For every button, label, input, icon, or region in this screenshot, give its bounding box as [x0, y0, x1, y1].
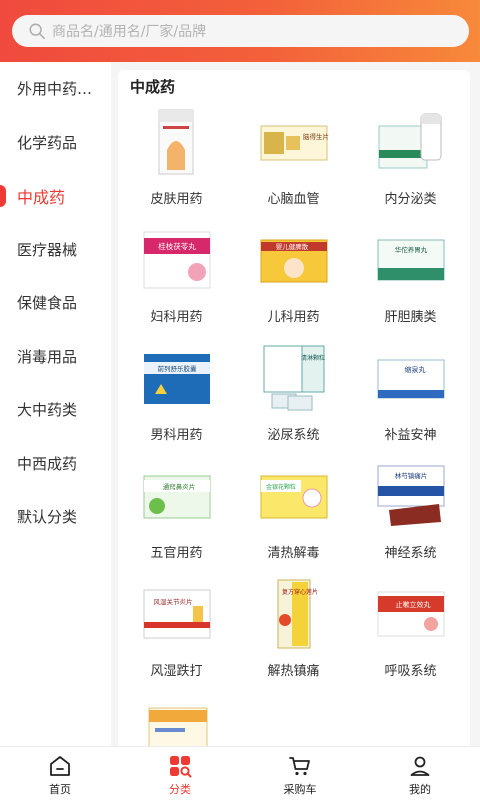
tab-label: 分类: [169, 783, 191, 796]
sidebar-item-health-food[interactable]: 保健食品: [0, 276, 111, 330]
subcategory-label: 五官用药: [150, 546, 203, 561]
subcategory-endocrine[interactable]: 内分泌类: [352, 104, 469, 222]
tab-label: 首页: [49, 783, 71, 796]
product-box-image: [158, 109, 194, 175]
thumb-text: 脑得生片: [303, 132, 329, 141]
product-box-image: 前列舒乐胶囊: [144, 354, 210, 404]
sidebar-item-label: 化学药品: [17, 133, 78, 152]
bottom-tab-bar: 首页 分类 采购车 我的: [0, 746, 480, 800]
thumb-text: 缩泉丸: [405, 365, 426, 374]
subcategory-label: 风湿跌打: [150, 664, 203, 679]
sidebar-item-chinese-patent[interactable]: 中成药: [0, 169, 111, 223]
subcategory-ent[interactable]: 通窍鼻炎片 五官用药: [118, 458, 235, 576]
sidebar-item-label: 保健食品: [17, 294, 78, 313]
sidebar-item-label: 医疗器械: [17, 240, 78, 259]
subcategory-label: 解热镇痛: [267, 664, 320, 679]
thumb-text: 止嗽立效丸: [396, 600, 431, 609]
sidebar-item-label: 中成药: [17, 187, 66, 207]
thumb-text: 华佗养胃丸: [395, 245, 428, 254]
subcategory-label: 妇科用药: [150, 310, 203, 325]
sidebar-item-default[interactable]: 默认分类: [0, 490, 111, 544]
header-bar: 商品名/通用名/厂家/品牌: [0, 0, 480, 62]
thumb-text: 林芍镇痛片: [395, 471, 428, 480]
subcategory-detox[interactable]: 金银花颗粒 清热解毒: [235, 458, 352, 576]
category-icon: [170, 756, 192, 778]
product-box-image: 桂枝茯苓丸: [143, 231, 211, 289]
thumb-text: 复方穿心莲片: [282, 588, 318, 596]
subcategory-tonic[interactable]: 缩泉丸 补益安神: [352, 340, 469, 458]
cart-icon: [289, 757, 310, 776]
subcategory-label: 内分泌类: [384, 192, 437, 207]
thumb-text: 金银花颗粒: [266, 483, 296, 491]
product-box-image: 金银花颗粒: [260, 475, 328, 519]
thumb-text: 通窍鼻炎片: [163, 482, 196, 491]
subcategory-rheumatism[interactable]: 风湿关节炎片 风湿跌打: [118, 576, 235, 694]
product-box-image: 通窍鼻炎片: [143, 475, 211, 519]
subcategory-panel: 中成药 皮肤用药 脑得生片 心脑血管 内分泌类 桂枝茯苓丸 妇科用药 婴儿健脾散…: [118, 70, 470, 760]
thumb-text: 桂枝茯苓丸: [158, 241, 196, 251]
subcategory-label: 呼吸系统: [384, 664, 437, 679]
sidebar-item-label: 中西成药: [17, 454, 78, 473]
sidebar-item-external-powder[interactable]: 外用中药粉剂: [0, 62, 111, 116]
subcategory-cardio[interactable]: 脑得生片 心脑血管: [235, 104, 352, 222]
thumb-text: 婴儿健脾散: [276, 242, 309, 251]
subcategory-label: 皮肤用药: [150, 192, 203, 207]
subcategory-andrology[interactable]: 前列舒乐胶囊 男科用药: [118, 340, 235, 458]
tab-label: 我的: [409, 783, 431, 796]
subcategory-label: 泌尿系统: [267, 428, 320, 443]
subcategory-antipyretic[interactable]: 复方穿心莲片 解热镇痛: [235, 576, 352, 694]
subcategory-skin[interactable]: 皮肤用药: [118, 104, 235, 222]
home-icon: [50, 756, 70, 776]
sidebar-item-label: 外用中药粉剂: [17, 80, 105, 99]
product-box-image: 婴儿健脾散: [260, 239, 328, 283]
thumb-text: 风湿关节炎片: [154, 597, 193, 606]
product-box-image: 脑得生片: [260, 125, 329, 161]
subcategory-gynecology[interactable]: 桂枝茯苓丸 妇科用药: [118, 222, 235, 340]
subcategory-label: 肝胆胰类: [384, 310, 437, 325]
sidebar-item-devices[interactable]: 医疗器械: [0, 223, 111, 277]
subcategory-label: 清热解毒: [267, 546, 320, 561]
product-box-image: [378, 113, 442, 169]
tab-home[interactable]: 首页: [0, 747, 120, 800]
product-box-image: 缩泉丸: [377, 359, 445, 399]
search-placeholder: 商品名/通用名/厂家/品牌: [52, 24, 207, 40]
sidebar-item-herbs[interactable]: 大中药类: [0, 383, 111, 437]
sidebar-item-disinfection[interactable]: 消毒用品: [0, 330, 111, 384]
category-sidebar: 外用中药粉剂 化学药品 中成药 医疗器械 保健食品 消毒用品 大中药类 中西成药…: [0, 62, 111, 750]
tab-label: 采购车: [283, 783, 317, 796]
search-input[interactable]: 商品名/通用名/厂家/品牌: [12, 15, 469, 47]
panel-title: 中成药: [130, 78, 176, 96]
search-icon: [29, 23, 45, 39]
subcategory-pediatrics[interactable]: 婴儿健脾散 儿科用药: [235, 222, 352, 340]
profile-icon: [410, 756, 430, 776]
tab-category[interactable]: 分类: [120, 747, 240, 800]
sidebar-item-label: 默认分类: [17, 508, 78, 527]
thumb-text: 前列舒乐胶囊: [158, 364, 198, 373]
subcategory-label: 心脑血管: [267, 192, 320, 207]
sidebar-item-label: 大中药类: [17, 401, 78, 420]
product-box-image: 华佗养胃丸: [377, 239, 445, 281]
thumb-text: 清淋颗粒: [301, 354, 325, 362]
subcategory-label: 神经系统: [384, 546, 437, 561]
subcategory-respiratory[interactable]: 止嗽立效丸 呼吸系统: [352, 576, 469, 694]
sidebar-item-chemical[interactable]: 化学药品: [0, 116, 111, 170]
subcategory-nervous[interactable]: 林芍镇痛片 神经系统: [352, 458, 469, 576]
subcategory-label: 男科用药: [150, 428, 203, 443]
product-box-image: 风湿关节炎片: [143, 589, 211, 639]
product-box-image: 止嗽立效丸: [377, 591, 445, 637]
subcategory-label: 补益安神: [384, 428, 437, 443]
product-box-image: 林芍镇痛片: [377, 465, 445, 526]
product-box-image: 复方穿心莲片: [277, 579, 318, 649]
product-box-image: 清淋颗粒: [263, 345, 325, 411]
tab-cart[interactable]: 采购车: [240, 747, 360, 800]
tab-profile[interactable]: 我的: [360, 747, 480, 800]
sidebar-item-label: 消毒用品: [17, 347, 78, 366]
sidebar-item-cn-western[interactable]: 中西成药: [0, 437, 111, 491]
subcategory-liver[interactable]: 华佗养胃丸 肝胆胰类: [352, 222, 469, 340]
subcategory-urinary[interactable]: 清淋颗粒 泌尿系统: [235, 340, 352, 458]
subcategory-label: 儿科用药: [267, 310, 320, 325]
